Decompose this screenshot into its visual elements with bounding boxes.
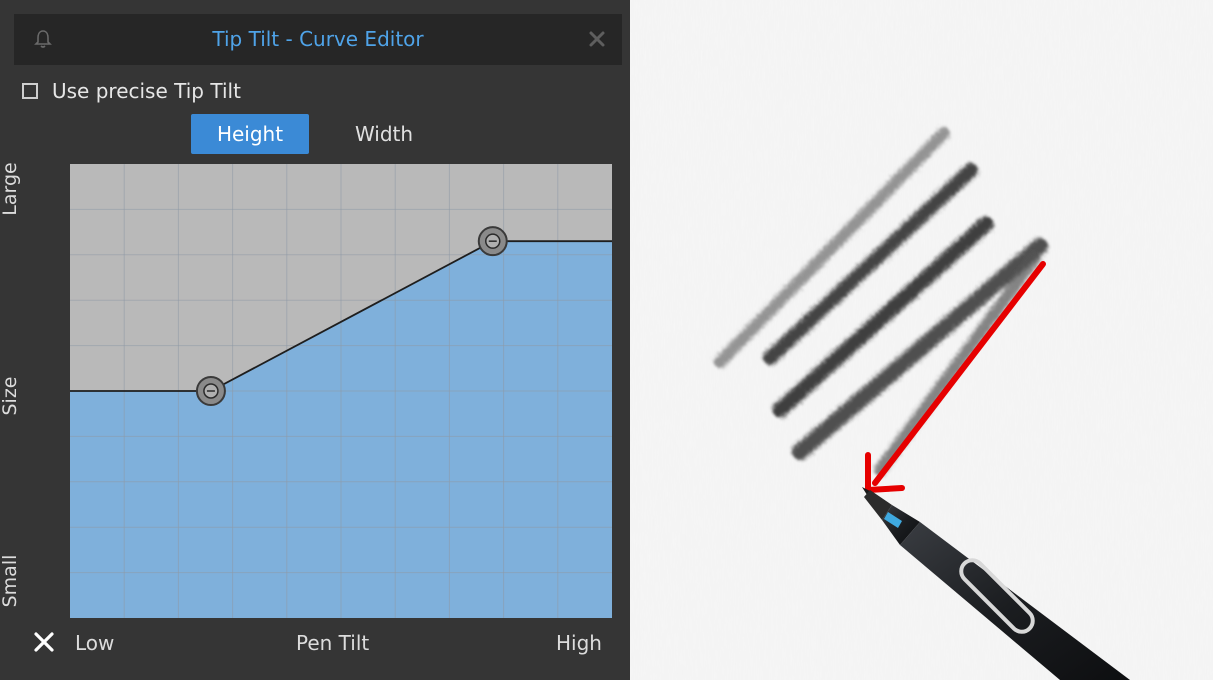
curve-handle[interactable]	[195, 376, 226, 406]
precise-tip-tilt-checkbox[interactable]	[22, 83, 38, 99]
title-bar: Tip Tilt - Curve Editor	[14, 14, 622, 65]
panel-title: Tip Tilt - Curve Editor	[212, 27, 424, 51]
drawing-canvas[interactable]	[630, 0, 1213, 680]
y-axis-label-size: Size	[0, 376, 21, 416]
x-axis-label-pen-tilt: Pen Tilt	[296, 631, 370, 655]
tab-height[interactable]: Height	[191, 114, 309, 154]
x-axis-label-low: Low	[75, 631, 115, 655]
y-axis-label-large: Large	[0, 162, 21, 216]
precise-tip-tilt-label: Use precise Tip Tilt	[52, 79, 241, 103]
precise-tip-tilt-row[interactable]: Use precise Tip Tilt	[22, 76, 241, 106]
x-reset-icon[interactable]	[32, 630, 56, 654]
close-icon[interactable]	[586, 28, 608, 50]
tab-width[interactable]: Width	[325, 114, 443, 154]
curve-editor-panel: Tip Tilt - Curve Editor Use precise Tip …	[0, 0, 630, 680]
curve-graph[interactable]	[70, 164, 612, 618]
x-axis-label-high: High	[556, 631, 602, 655]
curve-handle[interactable]	[477, 226, 508, 257]
y-axis-label-small: Small	[0, 554, 21, 608]
